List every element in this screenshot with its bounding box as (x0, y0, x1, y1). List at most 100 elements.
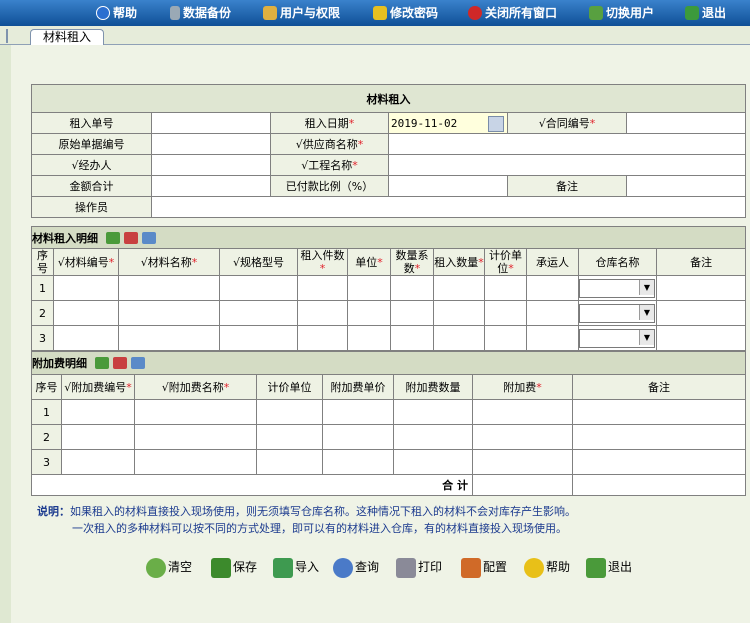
print-button[interactable]: 打印 (396, 556, 442, 578)
remark-cell[interactable] (655, 325, 747, 351)
warehouse-select[interactable]: ▼ (579, 278, 655, 298)
fee-qty-cell[interactable] (393, 424, 473, 450)
fee-code-cell[interactable] (61, 449, 135, 475)
close-all-windows-menu[interactable]: 关闭所有窗口 (468, 4, 557, 22)
backup-icon (170, 6, 180, 20)
project-field[interactable] (388, 154, 746, 176)
fee-qty-cell[interactable] (393, 449, 473, 475)
table-row: 3 ▼ (31, 325, 747, 351)
price-unit-cell[interactable] (484, 300, 527, 326)
delete-row-icon[interactable] (123, 231, 138, 244)
fee-code-cell[interactable] (61, 424, 135, 450)
rent-qty-cell[interactable] (433, 325, 485, 351)
paid-ratio-field[interactable] (388, 175, 508, 197)
operator-field (151, 196, 746, 218)
fee-remark-cell[interactable] (571, 449, 747, 475)
rent-pieces-cell[interactable] (297, 300, 348, 326)
unit-cell[interactable] (347, 275, 391, 301)
save-button[interactable]: 保存 (211, 556, 257, 578)
qty-factor-cell[interactable] (390, 300, 434, 326)
warehouse-select[interactable]: ▼ (579, 303, 655, 323)
qty-factor-cell[interactable] (390, 325, 434, 351)
fee-amount-cell[interactable] (472, 449, 573, 475)
import-button[interactable]: 导入 (273, 556, 319, 578)
import-row-icon[interactable] (141, 231, 156, 244)
tab-material-rent[interactable]: 材料租入 (30, 29, 104, 45)
users-menu[interactable]: 用户与权限 (263, 4, 340, 22)
help-menu[interactable]: 帮助 (96, 4, 137, 22)
switch-user-menu[interactable]: 切换用户 (589, 4, 654, 22)
carrier-cell[interactable] (526, 275, 579, 301)
rent-date-input[interactable] (389, 114, 489, 132)
rent-pieces-cell[interactable] (297, 325, 348, 351)
fee-unit-price-cell[interactable] (322, 449, 394, 475)
supplier-field[interactable] (388, 133, 746, 155)
rent-qty-cell[interactable] (433, 275, 485, 301)
remark-field[interactable] (626, 175, 746, 197)
calendar-icon[interactable] (488, 116, 504, 132)
qty-factor-cell[interactable] (390, 275, 434, 301)
exit-menu[interactable]: 退出 (685, 4, 726, 22)
carrier-cell[interactable] (526, 300, 579, 326)
project-label: √工程名称* (270, 154, 389, 176)
fee-name-cell[interactable] (134, 424, 257, 450)
rent-pieces-cell[interactable] (297, 275, 348, 301)
fee-price-unit-cell[interactable] (256, 424, 323, 450)
fee-amount-cell[interactable] (472, 424, 573, 450)
unit-cell[interactable] (347, 325, 391, 351)
clear-button[interactable]: 清空 (146, 556, 192, 578)
required-mark: * (414, 262, 421, 275)
material-code-cell[interactable] (53, 325, 119, 351)
fee-price-unit-cell[interactable] (256, 449, 323, 475)
exit-button[interactable]: 退出 (586, 556, 632, 578)
material-name-cell[interactable] (118, 300, 220, 326)
chevron-down-icon: ▼ (639, 304, 654, 320)
fee-remark-cell[interactable] (571, 424, 747, 450)
contract-no-field[interactable] (626, 112, 746, 134)
rent-date-field[interactable] (388, 112, 508, 134)
add-row-icon[interactable] (94, 357, 109, 369)
warehouse-cell: ▼ (578, 325, 657, 351)
material-name-cell[interactable] (118, 275, 220, 301)
fee-code-cell[interactable] (61, 399, 135, 425)
material-name-cell[interactable] (118, 325, 220, 351)
material-code-cell[interactable] (53, 300, 119, 326)
search-button[interactable]: 查询 (333, 556, 379, 578)
help-icon (524, 557, 544, 578)
fee-unit-price-cell[interactable] (322, 399, 394, 425)
carrier-cell[interactable] (526, 325, 579, 351)
rent-header-form: 材料租入 租入单号 租入日期* √合同编号* 原始单据编号 √供应商名称* √经… (31, 84, 746, 218)
fee-unit-price-cell[interactable] (322, 424, 394, 450)
fee-remark-cell[interactable] (571, 399, 747, 425)
row-number: 3 (31, 449, 62, 475)
fee-name-cell[interactable] (134, 399, 257, 425)
rent-qty-cell[interactable] (433, 300, 485, 326)
remark-cell[interactable] (655, 275, 747, 301)
add-row-icon[interactable] (105, 231, 120, 244)
change-password-menu[interactable]: 修改密码 (373, 4, 438, 22)
warehouse-select[interactable]: ▼ (579, 328, 655, 348)
delete-row-icon[interactable] (112, 357, 127, 369)
backup-menu[interactable]: 数据备份 (170, 4, 231, 22)
remark-cell[interactable] (655, 300, 747, 326)
spec-cell[interactable] (219, 275, 298, 301)
unit-cell[interactable] (347, 300, 391, 326)
config-button[interactable]: 配置 (461, 556, 507, 578)
material-code-cell[interactable] (53, 275, 119, 301)
users-icon (263, 6, 277, 20)
rent-no-field[interactable] (151, 112, 271, 134)
spec-cell[interactable] (219, 325, 298, 351)
handler-field[interactable] (151, 154, 271, 176)
orig-doc-field[interactable] (151, 133, 271, 155)
spec-cell[interactable] (219, 300, 298, 326)
fee-qty-cell[interactable] (393, 399, 473, 425)
import-row-icon[interactable] (130, 357, 145, 369)
import-button-label: 导入 (295, 560, 320, 574)
col-fee-amount-text: 附加费 (503, 380, 537, 394)
fee-amount-cell[interactable] (472, 399, 573, 425)
price-unit-cell[interactable] (484, 275, 527, 301)
fee-name-cell[interactable] (134, 449, 257, 475)
fee-price-unit-cell[interactable] (256, 399, 323, 425)
help-button[interactable]: 帮助 (524, 556, 570, 578)
price-unit-cell[interactable] (484, 325, 527, 351)
